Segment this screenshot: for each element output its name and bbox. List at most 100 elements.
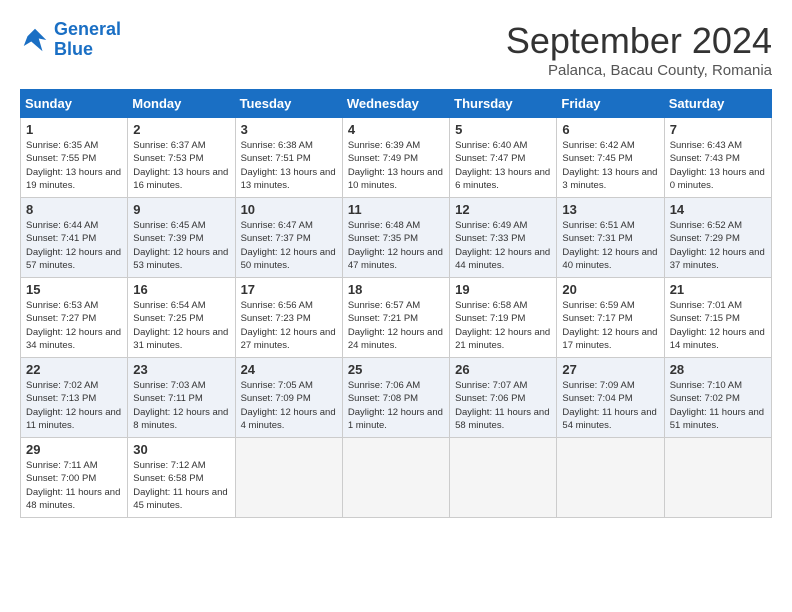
day-info: Sunrise: 6:43 AMSunset: 7:43 PMDaylight:… bbox=[670, 139, 766, 192]
calendar-table: Sunday Monday Tuesday Wednesday Thursday… bbox=[20, 89, 772, 518]
day-info: Sunrise: 6:59 AMSunset: 7:17 PMDaylight:… bbox=[562, 299, 658, 352]
day-number: 24 bbox=[241, 362, 337, 377]
table-row: 6 Sunrise: 6:42 AMSunset: 7:45 PMDaylight… bbox=[557, 118, 664, 198]
table-row: 22 Sunrise: 7:02 AMSunset: 7:13 PMDayligh… bbox=[21, 358, 128, 438]
table-row: 24 Sunrise: 7:05 AMSunset: 7:09 PMDayligh… bbox=[235, 358, 342, 438]
day-number: 12 bbox=[455, 202, 551, 217]
table-row: 28Sunrise: 7:10 AMSunset: 7:02 PMDayligh… bbox=[664, 358, 771, 438]
day-info: Sunrise: 6:56 AMSunset: 7:23 PMDaylight:… bbox=[241, 299, 337, 352]
table-row: 5 Sunrise: 6:40 AMSunset: 7:47 PMDaylight… bbox=[450, 118, 557, 198]
calendar-week-row: 15Sunrise: 6:53 AMSunset: 7:27 PMDayligh… bbox=[21, 278, 772, 358]
calendar-week-row: 22 Sunrise: 7:02 AMSunset: 7:13 PMDayligh… bbox=[21, 358, 772, 438]
page-header: General Blue September 2024 Palanca, Bac… bbox=[20, 20, 772, 79]
table-row: 11 Sunrise: 6:48 AMSunset: 7:35 PMDayligh… bbox=[342, 198, 449, 278]
day-number: 5 bbox=[455, 122, 551, 137]
table-row: 1 Sunrise: 6:35 AMSunset: 7:55 PMDaylight… bbox=[21, 118, 128, 198]
day-number: 13 bbox=[562, 202, 658, 217]
day-info: Sunrise: 7:11 AMSunset: 7:00 PMDaylight:… bbox=[26, 459, 122, 512]
day-number: 11 bbox=[348, 202, 444, 217]
table-row: 18 Sunrise: 6:57 AMSunset: 7:21 PMDayligh… bbox=[342, 278, 449, 358]
table-row: 10Sunrise: 6:47 AMSunset: 7:37 PMDayligh… bbox=[235, 198, 342, 278]
day-number: 9 bbox=[133, 202, 229, 217]
day-number: 1 bbox=[26, 122, 122, 137]
day-info: Sunrise: 7:06 AMSunset: 7:08 PMDaylight:… bbox=[348, 379, 444, 432]
table-row: 30Sunrise: 7:12 AMSunset: 6:58 PMDayligh… bbox=[128, 438, 235, 518]
table-row: 2Sunrise: 6:37 AMSunset: 7:53 PMDaylight… bbox=[128, 118, 235, 198]
day-info: Sunrise: 6:48 AMSunset: 7:35 PMDaylight:… bbox=[348, 219, 444, 272]
day-number: 23 bbox=[133, 362, 229, 377]
table-row: 25 Sunrise: 7:06 AMSunset: 7:08 PMDayligh… bbox=[342, 358, 449, 438]
day-number: 22 bbox=[26, 362, 122, 377]
table-row: 16 Sunrise: 6:54 AMSunset: 7:25 PMDayligh… bbox=[128, 278, 235, 358]
day-number: 17 bbox=[241, 282, 337, 297]
day-info: Sunrise: 7:03 AMSunset: 7:11 PMDaylight:… bbox=[133, 379, 229, 432]
day-info: Sunrise: 6:49 AMSunset: 7:33 PMDaylight:… bbox=[455, 219, 551, 272]
table-row: 29 Sunrise: 7:11 AMSunset: 7:00 PMDayligh… bbox=[21, 438, 128, 518]
col-tuesday: Tuesday bbox=[235, 90, 342, 118]
month-title: September 2024 bbox=[506, 20, 772, 62]
calendar-week-row: 1 Sunrise: 6:35 AMSunset: 7:55 PMDaylight… bbox=[21, 118, 772, 198]
table-row: 26 Sunrise: 7:07 AMSunset: 7:06 PMDayligh… bbox=[450, 358, 557, 438]
day-info: Sunrise: 6:52 AMSunset: 7:29 PMDaylight:… bbox=[670, 219, 766, 272]
day-number: 16 bbox=[133, 282, 229, 297]
logo: General Blue bbox=[20, 20, 121, 60]
day-info: Sunrise: 6:42 AMSunset: 7:45 PMDaylight:… bbox=[562, 139, 658, 192]
table-row: 9 Sunrise: 6:45 AMSunset: 7:39 PMDaylight… bbox=[128, 198, 235, 278]
day-number: 3 bbox=[241, 122, 337, 137]
calendar-header-row: Sunday Monday Tuesday Wednesday Thursday… bbox=[21, 90, 772, 118]
table-row: 23 Sunrise: 7:03 AMSunset: 7:11 PMDayligh… bbox=[128, 358, 235, 438]
day-info: Sunrise: 6:35 AMSunset: 7:55 PMDaylight:… bbox=[26, 139, 122, 192]
table-row bbox=[557, 438, 664, 518]
day-number: 27 bbox=[562, 362, 658, 377]
logo-icon bbox=[20, 25, 50, 55]
col-wednesday: Wednesday bbox=[342, 90, 449, 118]
day-info: Sunrise: 6:51 AMSunset: 7:31 PMDaylight:… bbox=[562, 219, 658, 272]
table-row: 17 Sunrise: 6:56 AMSunset: 7:23 PMDayligh… bbox=[235, 278, 342, 358]
col-sunday: Sunday bbox=[21, 90, 128, 118]
day-info: Sunrise: 6:54 AMSunset: 7:25 PMDaylight:… bbox=[133, 299, 229, 352]
day-info: Sunrise: 6:39 AMSunset: 7:49 PMDaylight:… bbox=[348, 139, 444, 192]
day-info: Sunrise: 6:53 AMSunset: 7:27 PMDaylight:… bbox=[26, 299, 122, 352]
table-row: 14 Sunrise: 6:52 AMSunset: 7:29 PMDayligh… bbox=[664, 198, 771, 278]
table-row bbox=[342, 438, 449, 518]
col-saturday: Saturday bbox=[664, 90, 771, 118]
day-info: Sunrise: 6:44 AMSunset: 7:41 PMDaylight:… bbox=[26, 219, 122, 272]
table-row: 7 Sunrise: 6:43 AMSunset: 7:43 PMDaylight… bbox=[664, 118, 771, 198]
table-row: 4 Sunrise: 6:39 AMSunset: 7:49 PMDaylight… bbox=[342, 118, 449, 198]
day-number: 26 bbox=[455, 362, 551, 377]
day-info: Sunrise: 7:09 AMSunset: 7:04 PMDaylight:… bbox=[562, 379, 658, 432]
day-info: Sunrise: 6:40 AMSunset: 7:47 PMDaylight:… bbox=[455, 139, 551, 192]
table-row bbox=[235, 438, 342, 518]
day-number: 29 bbox=[26, 442, 122, 457]
day-info: Sunrise: 7:07 AMSunset: 7:06 PMDaylight:… bbox=[455, 379, 551, 432]
location-subtitle: Palanca, Bacau County, Romania bbox=[506, 62, 772, 79]
table-row: 3Sunrise: 6:38 AMSunset: 7:51 PMDaylight… bbox=[235, 118, 342, 198]
day-number: 14 bbox=[670, 202, 766, 217]
day-info: Sunrise: 6:57 AMSunset: 7:21 PMDaylight:… bbox=[348, 299, 444, 352]
day-number: 28 bbox=[670, 362, 766, 377]
logo-text: General Blue bbox=[54, 20, 121, 60]
table-row: 21Sunrise: 7:01 AMSunset: 7:15 PMDayligh… bbox=[664, 278, 771, 358]
day-info: Sunrise: 6:37 AMSunset: 7:53 PMDaylight:… bbox=[133, 139, 229, 192]
table-row: 19 Sunrise: 6:58 AMSunset: 7:19 PMDayligh… bbox=[450, 278, 557, 358]
day-number: 21 bbox=[670, 282, 766, 297]
day-number: 18 bbox=[348, 282, 444, 297]
day-number: 25 bbox=[348, 362, 444, 377]
title-block: September 2024 Palanca, Bacau County, Ro… bbox=[506, 20, 772, 79]
table-row: 20Sunrise: 6:59 AMSunset: 7:17 PMDayligh… bbox=[557, 278, 664, 358]
day-number: 19 bbox=[455, 282, 551, 297]
day-number: 7 bbox=[670, 122, 766, 137]
day-number: 4 bbox=[348, 122, 444, 137]
day-info: Sunrise: 6:45 AMSunset: 7:39 PMDaylight:… bbox=[133, 219, 229, 272]
table-row: 12 Sunrise: 6:49 AMSunset: 7:33 PMDayligh… bbox=[450, 198, 557, 278]
table-row bbox=[450, 438, 557, 518]
col-monday: Monday bbox=[128, 90, 235, 118]
col-thursday: Thursday bbox=[450, 90, 557, 118]
col-friday: Friday bbox=[557, 90, 664, 118]
day-info: Sunrise: 7:05 AMSunset: 7:09 PMDaylight:… bbox=[241, 379, 337, 432]
day-info: Sunrise: 7:02 AMSunset: 7:13 PMDaylight:… bbox=[26, 379, 122, 432]
day-number: 6 bbox=[562, 122, 658, 137]
day-number: 8 bbox=[26, 202, 122, 217]
day-info: Sunrise: 6:58 AMSunset: 7:19 PMDaylight:… bbox=[455, 299, 551, 352]
table-row: 13 Sunrise: 6:51 AMSunset: 7:31 PMDayligh… bbox=[557, 198, 664, 278]
